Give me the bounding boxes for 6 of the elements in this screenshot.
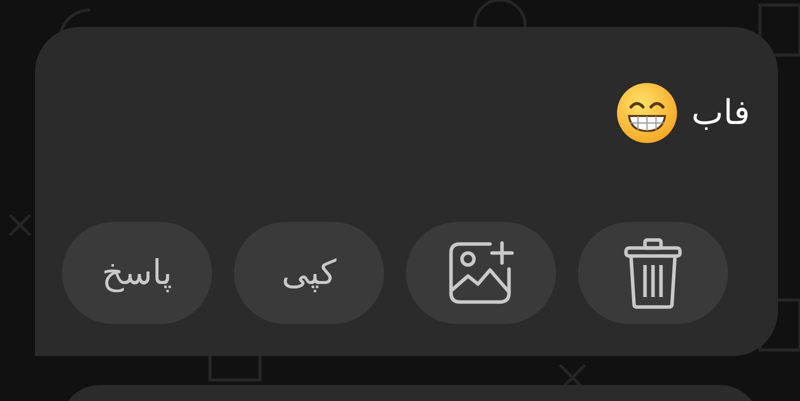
copy-button[interactable]: کپی xyxy=(234,222,384,324)
grin-emoji-icon xyxy=(617,83,678,143)
trash-icon xyxy=(623,237,683,309)
message-text: فاب xyxy=(691,93,750,133)
reply-button[interactable]: پاسخ xyxy=(62,222,212,324)
add-image-icon xyxy=(448,240,514,306)
